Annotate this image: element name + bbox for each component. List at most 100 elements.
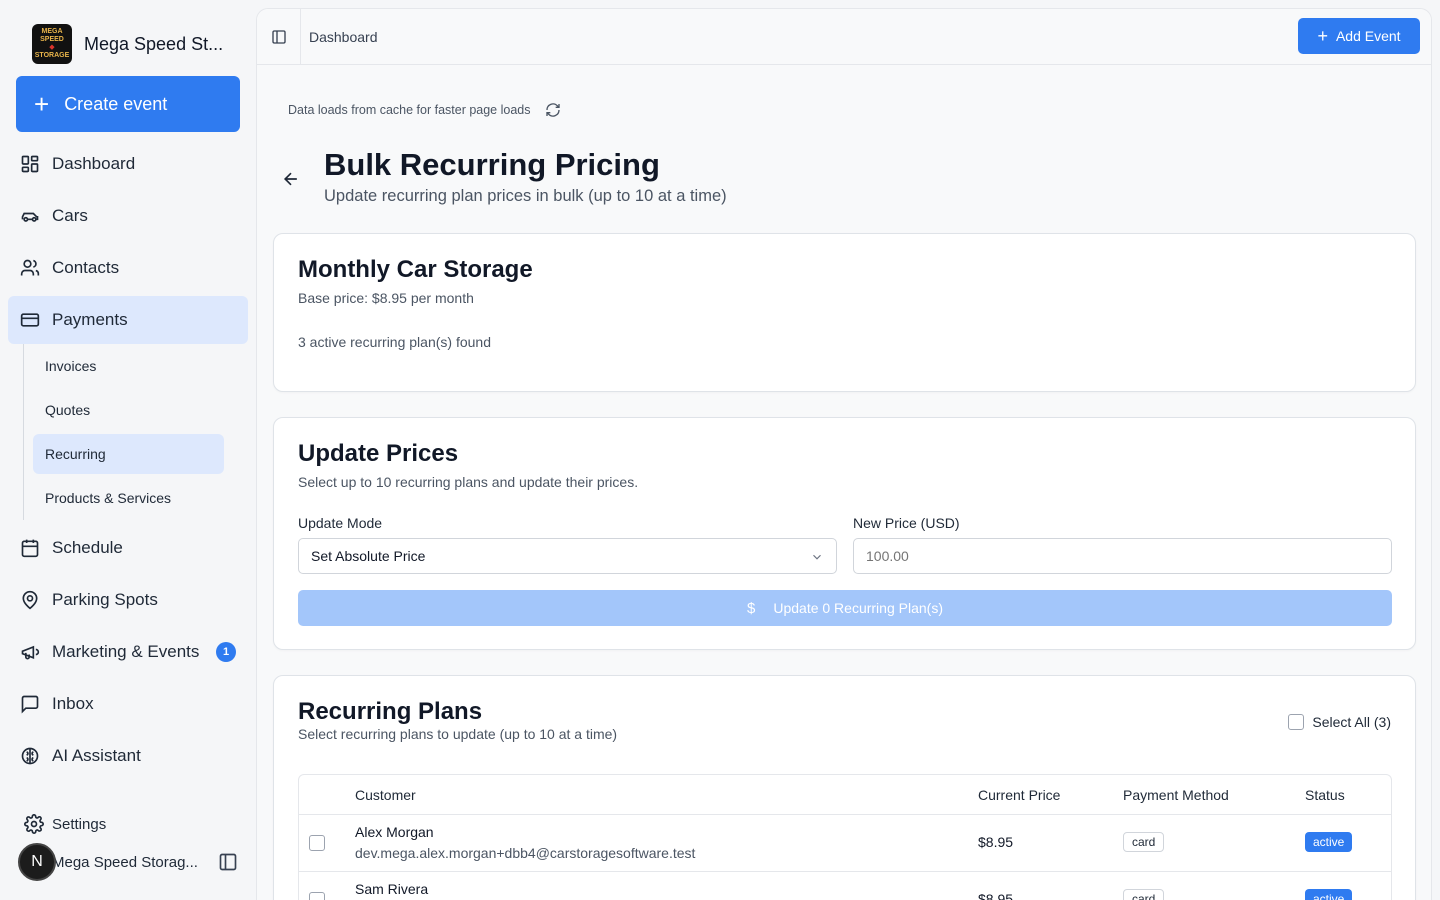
recurring-plans-description: Select recurring plans to update (up to … xyxy=(298,726,618,742)
customer-name: Sam Rivera xyxy=(355,881,429,897)
payment-method-badge: card xyxy=(1123,832,1165,852)
sidebar-item-label: Schedule xyxy=(52,538,123,557)
payment-method-badge: card xyxy=(1123,889,1165,900)
sidebar-item-label: Contacts xyxy=(52,258,120,277)
sidebar-item-label: Marketing & Events xyxy=(52,642,200,661)
update-mode-select[interactable]: Set Absolute Price xyxy=(298,538,837,574)
table-row[interactable]: Alex Morgan dev.mega.alex.morgan+dbb4@ca… xyxy=(299,815,1391,872)
current-price: $8.95 xyxy=(978,834,1014,850)
main-panel: Dashboard + Add Event Data loads from ca… xyxy=(256,8,1432,900)
sidebar-item-cars[interactable]: Cars xyxy=(8,192,248,240)
sidebar-item-label: Cars xyxy=(52,206,88,225)
base-price: Base price: $8.95 per month xyxy=(298,290,474,306)
update-prices-card: Update Prices Select up to 10 recurring … xyxy=(273,417,1416,650)
update-prices-description: Select up to 10 recurring plans and upda… xyxy=(298,474,639,490)
sidebar-item-dashboard[interactable]: Dashboard xyxy=(8,140,248,188)
customer-email: dev.mega.alex.morgan+dbb4@carstoragesoft… xyxy=(355,845,696,861)
plans-table: Customer Current Price Payment Method St… xyxy=(298,774,1392,900)
create-event-label: Create event xyxy=(64,93,168,114)
credit-card-icon xyxy=(20,313,40,327)
recurring-plans-title: Recurring Plans xyxy=(298,698,483,725)
column-header-current-price: Current Price xyxy=(978,786,1061,803)
sidebar-item-settings[interactable]: Settings xyxy=(24,812,106,836)
plus-icon: + xyxy=(34,89,50,119)
brain-icon xyxy=(21,747,39,765)
recurring-plans-card: Recurring Plans Select recurring plans t… xyxy=(273,675,1416,900)
status-badge: active xyxy=(1305,832,1353,852)
logo-text-top: MEGA SPEED xyxy=(40,28,64,43)
sidebar-item-payments[interactable]: Payments xyxy=(8,296,248,344)
gear-icon xyxy=(24,814,44,834)
settings-label: Settings xyxy=(52,815,107,833)
product-title: Monthly Car Storage xyxy=(298,256,533,283)
avatar: N xyxy=(18,843,56,881)
sidebar-item-ai-assistant[interactable]: AI Assistant xyxy=(8,732,248,780)
back-arrow-icon[interactable] xyxy=(281,169,301,189)
breadcrumb[interactable]: Dashboard xyxy=(309,29,378,45)
sidebar: MEGA SPEED ◆ STORAGE Mega Speed St... + Cr… xyxy=(0,0,256,900)
table-header: Customer Current Price Payment Method St… xyxy=(299,775,1391,815)
logo-car-mark: ◆ xyxy=(49,44,55,51)
row-checkbox[interactable] xyxy=(309,835,325,851)
megaphone-icon xyxy=(21,645,40,660)
brand-logo: MEGA SPEED ◆ STORAGE xyxy=(32,24,72,64)
add-event-label: Add Event xyxy=(1335,28,1401,44)
sidebar-toggle-icon[interactable] xyxy=(218,852,238,872)
brand-name: Mega Speed St... xyxy=(84,33,224,54)
panel-left-icon xyxy=(271,29,286,44)
plans-found: 3 active recurring plan(s) found xyxy=(298,334,491,350)
sidebar-toggle-button[interactable] xyxy=(257,9,301,65)
select-all-checkbox[interactable] xyxy=(1288,714,1305,730)
subitem-label: Quotes xyxy=(45,402,91,418)
update-mode-label: Update Mode xyxy=(298,515,383,531)
update-mode-value: Set Absolute Price xyxy=(311,548,426,564)
account-switcher[interactable]: N Mega Speed Storag... xyxy=(18,842,242,882)
message-icon xyxy=(21,695,39,714)
sidebar-item-label: Payments xyxy=(52,310,128,329)
sidebar-item-contacts[interactable]: Contacts xyxy=(8,244,248,292)
sidebar-item-inbox[interactable]: Inbox xyxy=(8,680,248,728)
customer-name: Alex Morgan xyxy=(355,824,434,840)
logo-text-bottom: STORAGE xyxy=(34,52,70,59)
refresh-icon[interactable] xyxy=(545,102,561,118)
update-prices-title: Update Prices xyxy=(298,440,459,467)
car-icon xyxy=(21,212,39,222)
sidebar-item-parking-spots[interactable]: Parking Spots xyxy=(8,576,248,624)
subnav-divider xyxy=(23,344,24,520)
column-header-status: Status xyxy=(1305,786,1345,803)
subitem-label: Products & Services xyxy=(45,490,172,506)
new-price-input[interactable] xyxy=(853,538,1392,574)
sidebar-item-label: Parking Spots xyxy=(52,590,158,609)
table-row[interactable]: Sam Rivera $8.95 card active xyxy=(299,872,1391,900)
chevron-down-icon xyxy=(813,554,821,560)
row-checkbox[interactable] xyxy=(309,892,325,900)
sidebar-item-schedule[interactable]: Schedule xyxy=(8,524,248,572)
create-event-button[interactable]: + Create event xyxy=(16,76,240,132)
sidebar-item-label: Dashboard xyxy=(52,154,136,173)
brand[interactable]: MEGA SPEED ◆ STORAGE Mega Speed St... xyxy=(32,24,223,64)
sidebar-item-marketing-events[interactable]: Marketing & Events 1 xyxy=(8,628,248,676)
users-icon xyxy=(20,259,40,276)
calendar-icon xyxy=(21,539,39,558)
column-header-payment-method: Payment Method xyxy=(1123,786,1229,803)
sidebar-subitem-invoices[interactable]: Invoices xyxy=(33,346,224,386)
dollar-icon: $ xyxy=(747,599,756,617)
status-badge: active xyxy=(1305,889,1353,900)
select-all-toggle[interactable]: Select All (3) xyxy=(1288,714,1391,730)
sidebar-subitem-recurring[interactable]: Recurring xyxy=(33,434,224,474)
map-pin-icon xyxy=(22,590,38,610)
update-plans-button[interactable]: $ Update 0 Recurring Plan(s) xyxy=(298,590,1392,626)
add-event-button[interactable]: + Add Event xyxy=(1298,18,1420,54)
dashboard-icon xyxy=(21,155,39,173)
page-subtitle: Update recurring plan prices in bulk (up… xyxy=(324,187,727,205)
sidebar-subitem-quotes[interactable]: Quotes xyxy=(33,390,224,430)
subitem-label: Recurring xyxy=(45,446,106,462)
select-all-label: Select All (3) xyxy=(1312,714,1391,730)
notification-badge: 1 xyxy=(216,642,236,662)
subitem-label: Invoices xyxy=(45,358,97,374)
current-price: $8.95 xyxy=(978,891,1014,900)
account-name: Mega Speed Storag... xyxy=(52,853,198,871)
cache-note: Data loads from cache for faster page lo… xyxy=(288,102,561,118)
sidebar-item-label: AI Assistant xyxy=(52,746,141,765)
sidebar-subitem-products-services[interactable]: Products & Services xyxy=(33,478,224,518)
